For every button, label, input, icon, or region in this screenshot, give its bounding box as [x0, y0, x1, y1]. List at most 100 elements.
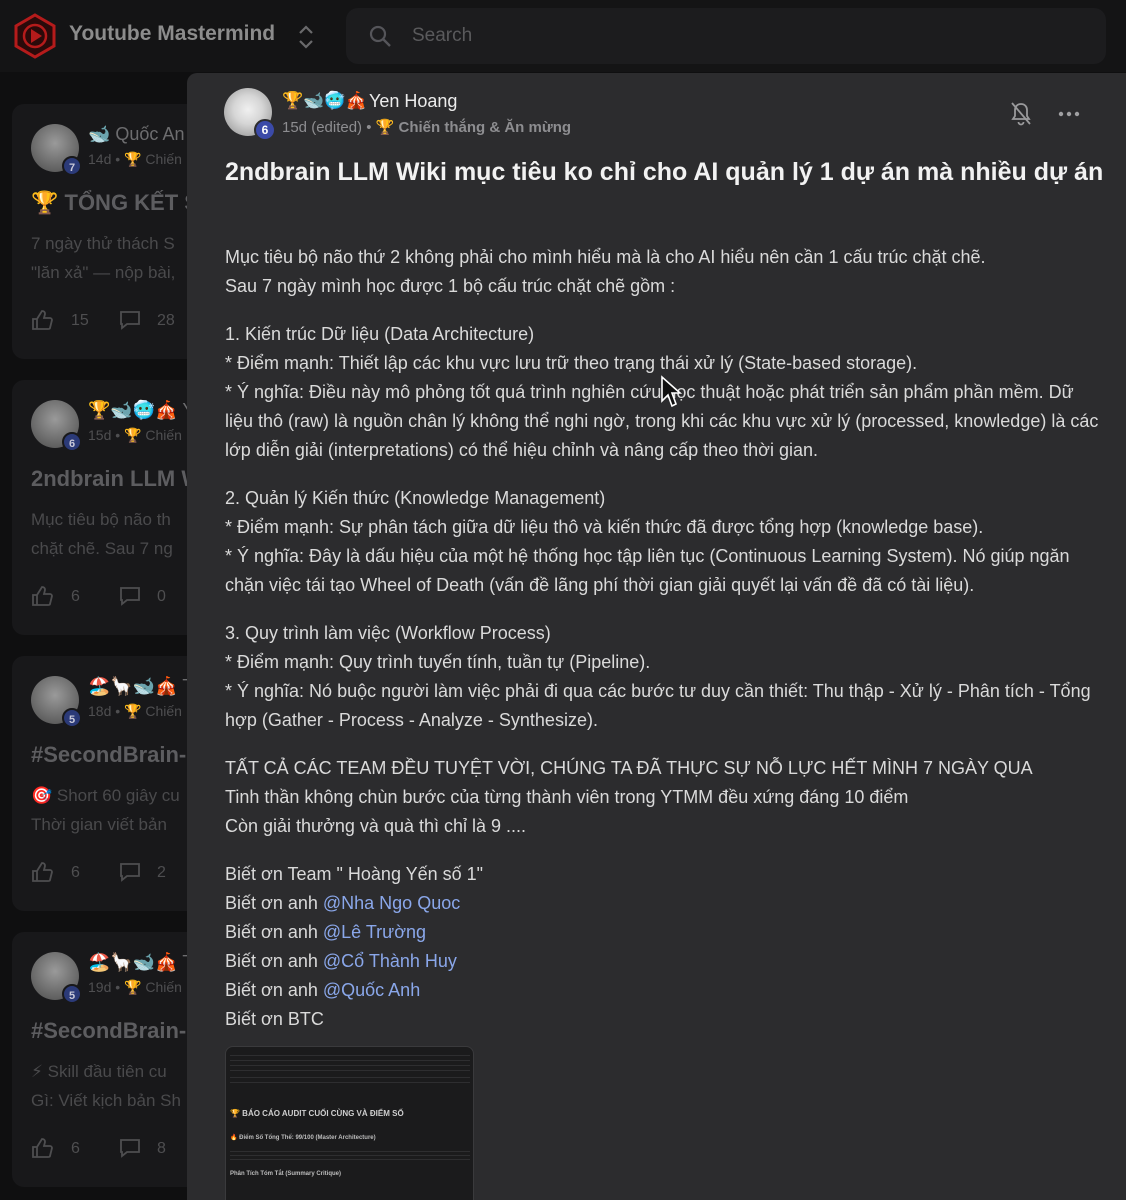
post-meta: 15d (edited) • 🏆 Chiến thắng & Ăn mừng	[282, 118, 571, 136]
post-excerpt: chặt chẽ. Sau 7 ng	[31, 539, 173, 558]
mention-link[interactable]: @Quốc Anh	[323, 980, 420, 1000]
mention-link[interactable]: @Lê Trường	[323, 922, 426, 942]
level-badge: 7	[62, 156, 82, 176]
thanks-line: Biết ơn anh @Cổ Thành Huy	[225, 947, 1105, 976]
post-excerpt: 7 ngày thử thách S	[31, 234, 175, 253]
comment-count: 8	[157, 1140, 166, 1157]
level-badge: 6	[254, 119, 276, 141]
search-input[interactable]	[412, 20, 1012, 52]
post-excerpt: "lăn xả" — nộp bài,	[31, 263, 176, 282]
comment-icon[interactable]	[119, 586, 141, 606]
thanks-btc: Biết ơn BTC	[225, 1009, 324, 1029]
level-badge: 5	[62, 708, 82, 728]
section-heading: 3. Quy trình làm việc (Workflow Process)	[225, 623, 551, 643]
post-stats: 6 0	[31, 585, 211, 609]
intro-paragraph: Mục tiêu bộ não thứ 2 không phải cho mìn…	[225, 243, 1105, 301]
community-logo-icon[interactable]	[12, 13, 58, 59]
post-title[interactable]: 🏆 TỔNG KẾT S	[31, 190, 199, 216]
level-badge: 6	[62, 432, 82, 452]
thanks-paragraph: Biết ơn Team " Hoàng Yến số 1" Biết ơn a…	[225, 860, 1105, 1034]
body-text: Mục tiêu bộ não thứ 2 không phải cho mìn…	[225, 247, 986, 267]
comment-count: 0	[157, 588, 166, 605]
comment-icon[interactable]	[119, 310, 141, 330]
body-text: Tinh thần không chùn bước của từng thành…	[225, 787, 909, 807]
attachment-text-lines	[230, 1055, 470, 1073]
body-text: Sau 7 ngày mình học được 1 bộ cấu trúc c…	[225, 276, 676, 296]
post-title[interactable]: #SecondBrain-	[31, 1018, 186, 1044]
top-bar: Youtube Mastermind	[0, 0, 1126, 72]
post-body: Mục tiêu bộ não thứ 2 không phải cho mìn…	[225, 243, 1105, 1053]
mention-link[interactable]: @Cổ Thành Huy	[323, 951, 457, 971]
post-excerpt: 🎯 Short 60 giây cu	[31, 786, 180, 805]
attachment-score: 🔥 Điểm Số Tổng Thể: 99/100 (Master Archi…	[230, 1135, 376, 1141]
feed-card[interactable]: 5 🏖️🦙🐋🎪 T 18d • 🏆 Chiến #SecondBrain- 🎯 …	[12, 656, 212, 911]
author-name[interactable]: 🏖️🦙🐋🎪 T	[88, 952, 193, 973]
thanks-line: Biết ơn anh @Quốc Anh	[225, 976, 1105, 1005]
author-name[interactable]: 🐋 Quốc An	[88, 124, 184, 145]
comment-icon[interactable]	[119, 1138, 141, 1158]
author-name[interactable]: Yen Hoang	[369, 91, 457, 112]
post-time: 15d (edited)	[282, 119, 363, 136]
attachment-text-lines	[230, 1077, 470, 1087]
comment-icon[interactable]	[119, 862, 141, 882]
attachment-text-lines	[230, 1151, 470, 1160]
attachment-thumbnail[interactable]: 🏆 BÁO CÁO AUDIT CUỐI CÙNG VÀ ĐIỂM SỐ 🔥 Đ…	[225, 1046, 474, 1200]
post-title[interactable]: #SecondBrain-	[31, 742, 186, 768]
thanks-prefix: Biết ơn anh	[225, 980, 323, 1000]
post-stats: 6 2	[31, 861, 211, 885]
post-category[interactable]: 🏆 Chiến thắng & Ăn mừng	[376, 119, 571, 136]
post-stats: 15 28	[31, 309, 211, 333]
feed-card[interactable]: 7 🐋 Quốc An 14d • 🏆 Chiến 🏆 TỔNG KẾT S 7…	[12, 104, 212, 359]
like-count: 15	[71, 312, 89, 329]
body-text: Còn giải thưởng và quà thì chỉ là 9 ....	[225, 816, 527, 836]
section-strength: * Điểm mạnh: Quy trình tuyến tính, tuần …	[225, 652, 651, 672]
post-modal: 6 🏆🐋🥶🎪 Yen Hoang 15d (edited) • 🏆 Chiến …	[187, 73, 1126, 1200]
like-count: 6	[71, 864, 80, 881]
post-title: 2ndbrain LLM Wiki mục tiêu ko chỉ cho AI…	[225, 158, 1104, 186]
feed-card[interactable]: 5 🏖️🦙🐋🎪 T 19d • 🏆 Chiến #SecondBrain- ⚡ …	[12, 932, 212, 1187]
section-meaning: * Ý nghĩa: Nó buộc người làm việc phải đ…	[225, 681, 1091, 730]
post-excerpt: Gì: Viết kịch bản Sh	[31, 1091, 181, 1110]
meta-separator: •	[366, 119, 372, 136]
closing-paragraph: TẤT CẢ CÁC TEAM ĐỀU TUYỆT VỜI, CHÚNG TA …	[225, 754, 1105, 841]
post-excerpt: ⚡ Skill đầu tiên cu	[31, 1062, 167, 1081]
feed-card[interactable]: 6 🏆🐋🥶🎪 Y 15d • 🏆 Chiến 2ndbrain LLM W Mụ…	[12, 380, 212, 635]
chevron-updown-icon[interactable]	[296, 24, 316, 50]
like-icon[interactable]	[31, 861, 53, 883]
attachment-heading: 🏆 BÁO CÁO AUDIT CUỐI CÙNG VÀ ĐIỂM SỐ	[230, 1109, 404, 1118]
attachment-summary: Phân Tích Tóm Tắt (Summary Critique)	[230, 1171, 342, 1177]
notification-bell-off-icon[interactable]	[1009, 101, 1033, 127]
comment-count: 28	[157, 312, 175, 329]
section-paragraph: 3. Quy trình làm việc (Workflow Process)…	[225, 619, 1105, 735]
mouse-cursor-icon	[661, 375, 683, 408]
like-icon[interactable]	[31, 1137, 53, 1159]
level-badge: 5	[62, 984, 82, 1004]
post-excerpt: Thời gian viết bản	[31, 815, 167, 834]
post-meta: 14d • 🏆 Chiến	[88, 151, 182, 167]
section-paragraph: 2. Quản lý Kiến thức (Knowledge Manageme…	[225, 484, 1105, 600]
thanks-line: Biết ơn anh @Lê Trường	[225, 918, 1105, 947]
comment-count: 2	[157, 864, 166, 881]
thanks-prefix: Biết ơn anh	[225, 893, 323, 913]
post-meta: 15d • 🏆 Chiến	[88, 427, 182, 443]
like-icon[interactable]	[31, 309, 53, 331]
post-meta: 19d • 🏆 Chiến	[88, 979, 182, 995]
search-icon	[369, 25, 391, 47]
post-excerpt: Mục tiêu bộ não th	[31, 510, 171, 529]
section-heading: 2. Quản lý Kiến thức (Knowledge Manageme…	[225, 488, 606, 508]
app-title[interactable]: Youtube Mastermind	[69, 22, 275, 46]
search-bar[interactable]	[346, 8, 1106, 64]
author-name[interactable]: 🏖️🦙🐋🎪 T	[88, 676, 193, 697]
post-title[interactable]: 2ndbrain LLM W	[31, 466, 202, 492]
more-options-icon[interactable]	[1057, 103, 1081, 125]
author-name[interactable]: 🏆🐋🥶🎪 Y	[88, 400, 194, 421]
post-meta: 18d • 🏆 Chiến	[88, 703, 182, 719]
thanks-line: Biết ơn anh @Nha Ngo Quoc	[225, 889, 1105, 918]
post-stats: 6 8	[31, 1137, 211, 1161]
mention-link[interactable]: @Nha Ngo Quoc	[323, 893, 460, 913]
section-strength: * Điểm mạnh: Thiết lập các khu vực lưu t…	[225, 353, 918, 373]
thanks-team: Biết ơn Team " Hoàng Yến số 1"	[225, 864, 484, 884]
like-icon[interactable]	[31, 585, 53, 607]
body-text: TẤT CẢ CÁC TEAM ĐỀU TUYỆT VỜI, CHÚNG TA …	[225, 758, 1033, 778]
section-strength: * Điểm mạnh: Sự phân tách giữa dữ liệu t…	[225, 517, 984, 537]
